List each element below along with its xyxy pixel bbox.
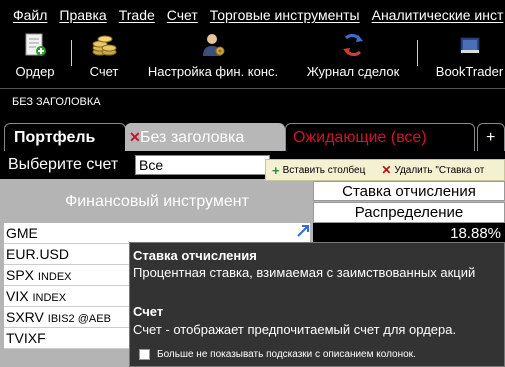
instrument-column-header[interactable]: Финансовый инструмент bbox=[4, 181, 310, 223]
tooltip-heading-account: Счет bbox=[133, 304, 164, 319]
tradelog-label: Журнал сделок bbox=[306, 64, 400, 79]
book-icon bbox=[460, 37, 479, 53]
close-icon: ✕ bbox=[381, 163, 392, 177]
instrument-list: GME EUR.USD SPX INDEX VIX INDEX SXRV IBI… bbox=[4, 223, 310, 349]
tab-pending-label: Ожидающие (все) bbox=[293, 128, 427, 146]
add-tab-button[interactable]: + bbox=[477, 123, 505, 151]
tab-bar: Портфель ✕ Без заголовка Ожидающие (все)… bbox=[0, 117, 505, 151]
menu-edit[interactable]: Правка bbox=[59, 7, 106, 23]
booktrader-label: BookTrader bbox=[435, 64, 504, 79]
account-select-label: Выберите счет bbox=[8, 156, 119, 173]
row-exchange: INDEX bbox=[37, 271, 72, 283]
column-toolbar: + Вставить столбец ✕ Удалить "Ставка от bbox=[265, 159, 505, 181]
tab-untitled-label: Без заголовка bbox=[140, 128, 245, 146]
row-symbol: TVIXF bbox=[6, 330, 46, 346]
tab-portfolio-label: Портфель bbox=[14, 128, 96, 146]
menu-account[interactable]: Счет bbox=[167, 7, 198, 23]
menu-trade[interactable]: Trade bbox=[119, 7, 155, 23]
table-row[interactable]: EUR.USD bbox=[4, 244, 129, 265]
table-row[interactable]: GME bbox=[4, 223, 310, 244]
menu-analytics[interactable]: Аналитические инст bbox=[372, 7, 504, 23]
tooltip-text-account: Счет - отображает предпочитаемый счет дл… bbox=[133, 322, 457, 337]
coins-icon bbox=[92, 35, 117, 56]
row-symbol: VIX bbox=[6, 288, 29, 304]
account-select-input[interactable]: Все bbox=[135, 155, 270, 175]
toolbar-divider bbox=[71, 40, 72, 66]
tooltip-text-rate: Процентная ставка, взимаемая с заимствов… bbox=[133, 265, 476, 280]
row-symbol: SPX bbox=[6, 267, 35, 283]
user-settings-icon bbox=[203, 34, 225, 56]
row-symbol: GME bbox=[6, 225, 38, 241]
remove-column-button[interactable]: ✕ Удалить "Ставка от bbox=[371, 163, 484, 177]
order-icon bbox=[25, 33, 46, 56]
close-tab-icon[interactable]: ✕ bbox=[129, 129, 141, 146]
insert-column-button[interactable]: + Вставить столбец bbox=[272, 163, 365, 178]
column-tooltip: Ставка отчисления Процентная ставка, взи… bbox=[129, 242, 505, 367]
hide-tips-label[interactable]: Больше не показывать подсказки с описани… bbox=[157, 349, 416, 360]
hide-tips-checkbox[interactable] bbox=[139, 349, 150, 360]
row-exchange: INDEX bbox=[32, 292, 67, 304]
table-row[interactable]: SPX INDEX bbox=[4, 265, 129, 286]
toolbar: Ордер Счет Настройка фин. конс. Журнал с… bbox=[0, 30, 505, 85]
window-title-bar: БЕЗ ЗАГОЛОВКА bbox=[0, 88, 505, 115]
tab-untitled[interactable]: ✕ Без заголовка bbox=[125, 123, 285, 151]
order-button[interactable]: Ордер bbox=[13, 30, 57, 85]
menu-file[interactable]: Файл bbox=[13, 7, 47, 23]
plus-icon: + bbox=[272, 162, 280, 178]
rate-value-cell[interactable]: 18.88% bbox=[313, 223, 505, 244]
expand-arrow-icon[interactable] bbox=[296, 224, 310, 238]
order-label: Ордер bbox=[15, 64, 55, 79]
distribution-column-header[interactable]: Распределение bbox=[313, 202, 505, 223]
add-tab-label: + bbox=[486, 128, 496, 146]
account-button[interactable]: Счет bbox=[84, 30, 124, 85]
row-exchange: IBIS2 @AEB bbox=[47, 313, 111, 325]
tab-pending[interactable]: Ожидающие (все) bbox=[285, 123, 475, 151]
table-row[interactable]: SXRV IBIS2 @AEB bbox=[4, 307, 129, 328]
row-symbol: SXRV bbox=[6, 309, 44, 325]
tradelog-button[interactable]: Журнал сделок bbox=[303, 30, 403, 85]
tooltip-heading-rate: Ставка отчисления bbox=[133, 248, 257, 263]
config-button[interactable]: Настройка фин. конс. bbox=[140, 30, 286, 85]
table-row[interactable]: VIX INDEX bbox=[4, 286, 129, 307]
booktrader-button[interactable]: BookTrader bbox=[434, 30, 505, 85]
remove-column-label: Удалить "Ставка от bbox=[394, 164, 485, 176]
trade-log-icon bbox=[343, 34, 363, 56]
tab-portfolio[interactable]: Портфель bbox=[4, 123, 126, 151]
menu-trading-tools[interactable]: Торговые инструменты bbox=[210, 7, 360, 23]
row-symbol: EUR.USD bbox=[6, 246, 70, 262]
table-row[interactable]: TVIXF bbox=[4, 328, 129, 349]
insert-column-label: Вставить столбец bbox=[282, 164, 366, 176]
config-label: Настройка фин. конс. bbox=[147, 64, 279, 79]
toolbar-divider-2 bbox=[417, 40, 418, 66]
menu-bar: Файл Правка Trade Счет Торговые инструме… bbox=[0, 0, 505, 30]
account-label: Счет bbox=[89, 64, 119, 79]
window-title: БЕЗ ЗАГОЛОВКА bbox=[12, 96, 101, 108]
rate-column-header[interactable]: Ставка отчисления bbox=[313, 181, 505, 201]
